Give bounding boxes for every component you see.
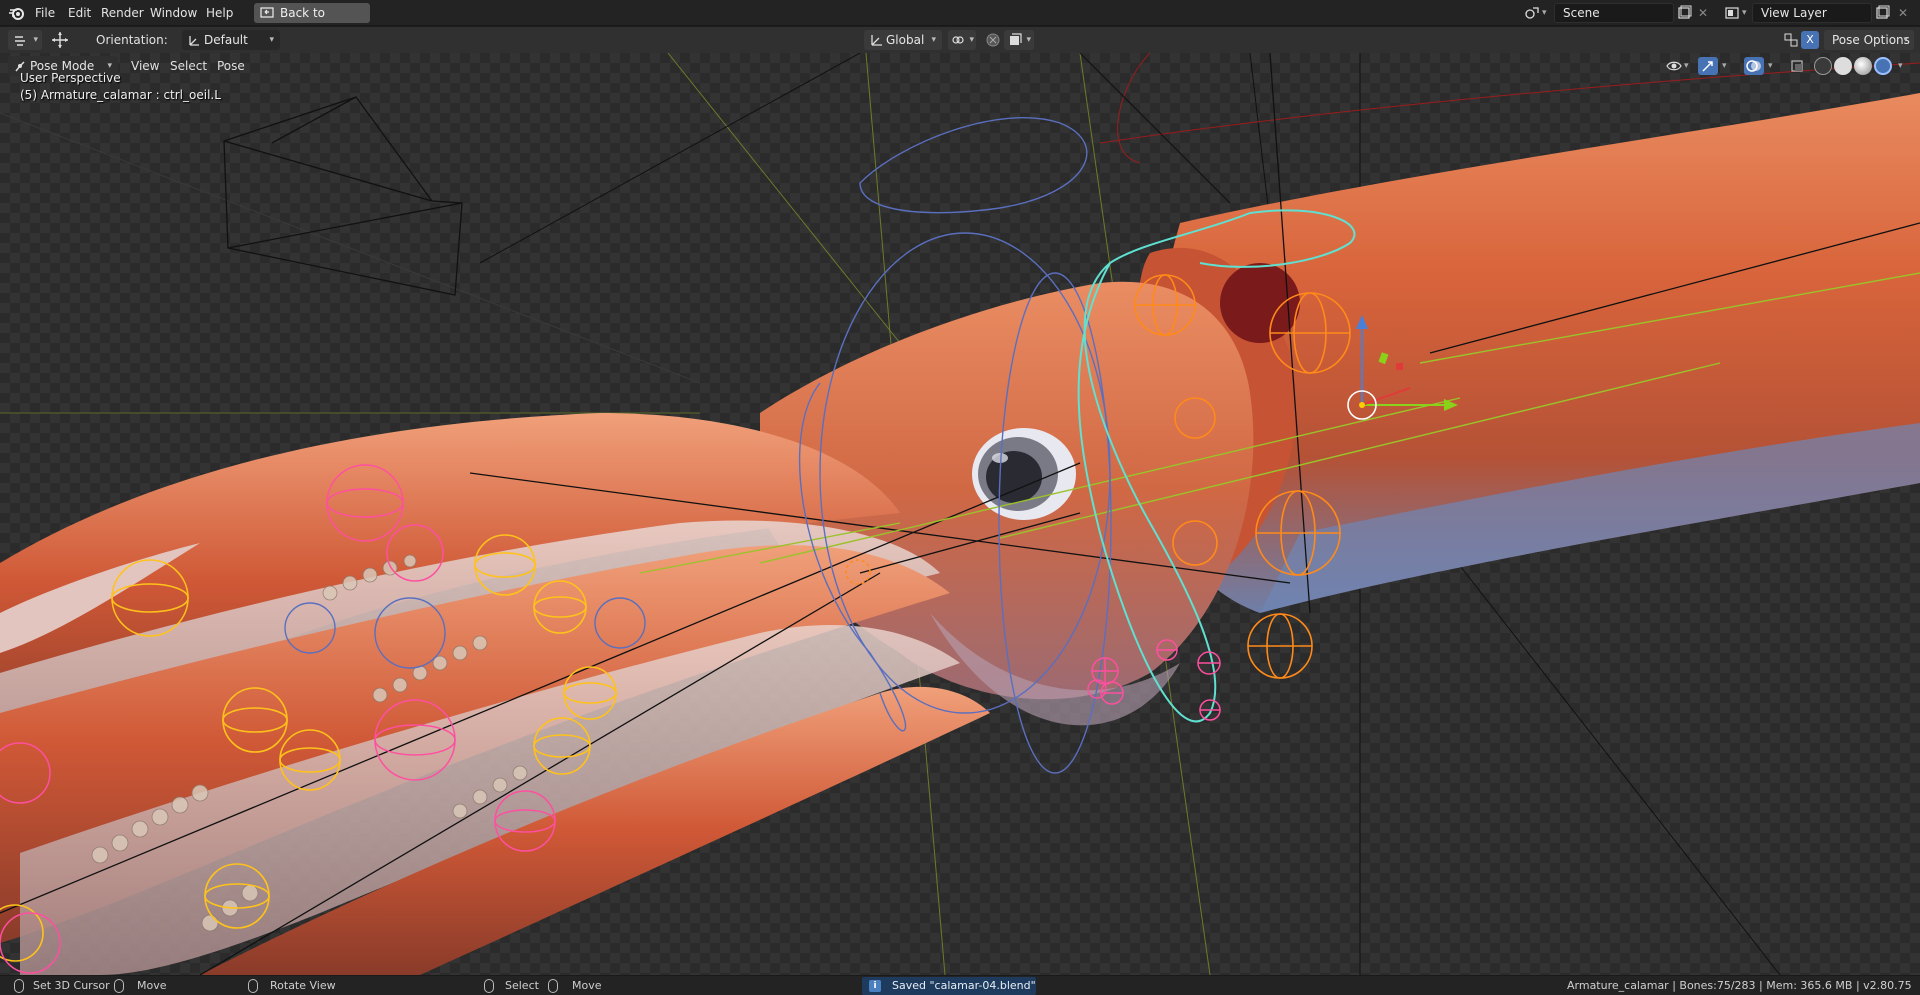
saved-message: Saved "calamar-04.blend" xyxy=(892,979,1036,992)
viewport-header: Pose Mode ▾ View Select Pose ▾ ▾ ▾ ▾ xyxy=(0,53,1920,79)
menu-render[interactable]: Render xyxy=(101,0,144,26)
view-perspective-label: User Perspective xyxy=(20,71,121,85)
scene-icon[interactable] xyxy=(1524,5,1540,21)
new-scene-icon[interactable] xyxy=(1676,5,1692,21)
mirror-icon[interactable] xyxy=(1784,33,1798,47)
hint-move-2: Move xyxy=(572,979,602,992)
proportional-chevron-icon: ▾ xyxy=(1026,35,1031,45)
scene-statistics: Armature_calamar | Bones:75/283 | Mem: 3… xyxy=(1567,979,1912,992)
view-layer-field[interactable]: View Layer xyxy=(1752,3,1872,23)
view-layer-icon[interactable] xyxy=(1724,5,1740,21)
info-icon: i xyxy=(869,980,881,992)
tool-select-dropdown[interactable]: ▾ xyxy=(8,30,42,50)
delete-scene-icon[interactable]: ✕ xyxy=(1698,0,1708,26)
pose-options-label: Pose Options xyxy=(1832,33,1910,47)
status-bar: Set 3D Cursor Move Rotate View Select Mo… xyxy=(0,975,1920,995)
delete-view-layer-icon[interactable]: ✕ xyxy=(1898,0,1908,26)
tool-chevron-icon: ▾ xyxy=(33,35,38,45)
menu-help[interactable]: Help xyxy=(206,0,233,26)
mouse-move-icon xyxy=(548,979,558,993)
hint-move-1: Move xyxy=(137,979,167,992)
rendered-shading-icon[interactable] xyxy=(1874,57,1892,75)
pivot-icon xyxy=(952,36,964,44)
3d-viewport[interactable]: Pose Mode ▾ View Select Pose ▾ ▾ ▾ ▾ Use… xyxy=(0,53,1920,975)
proportional-edit-dropdown[interactable]: ▾ xyxy=(1004,30,1034,50)
menu-window[interactable]: Window xyxy=(150,0,197,26)
back-to-previous-button[interactable]: Back to Previous xyxy=(254,3,370,40)
saved-report[interactable]: i Saved "calamar-04.blend" xyxy=(862,977,1036,995)
pivot-chevron-icon: ▾ xyxy=(969,35,974,45)
transform-space-chevron-icon: ▾ xyxy=(931,35,936,45)
hint-select: Select xyxy=(505,979,539,992)
pivot-point-dropdown[interactable]: ▾ xyxy=(948,30,976,50)
axis-x-toggle[interactable]: X xyxy=(1801,31,1819,49)
overlay-chevron-icon[interactable]: ▾ xyxy=(1768,53,1773,79)
overlay-icon xyxy=(1746,60,1761,72)
squid-eye xyxy=(972,428,1076,520)
mouse-left-icon xyxy=(14,979,24,993)
squid-arms xyxy=(0,413,990,975)
shading-chevron-icon[interactable]: ▾ xyxy=(1898,53,1903,79)
proportional-edit-icon xyxy=(1010,33,1022,45)
scene-field[interactable]: Scene xyxy=(1554,3,1674,23)
pose-options-dropdown[interactable]: Pose Options ▾ xyxy=(1824,30,1914,50)
tool-icon xyxy=(15,36,25,46)
global-axis-icon xyxy=(871,35,882,46)
move-tool-icon[interactable] xyxy=(50,31,70,49)
menu-pose[interactable]: Pose xyxy=(217,53,245,79)
gizmo-chevron-icon[interactable]: ▾ xyxy=(1722,53,1727,79)
menu-edit[interactable]: Edit xyxy=(68,0,91,26)
tool-header: ▾ Orientation: Default ▾ Global ▾ ▾ ▾ X … xyxy=(0,27,1920,53)
orientation-chevron-icon: ▾ xyxy=(269,35,274,45)
snap-icon[interactable] xyxy=(986,33,1000,47)
top-bar: File Edit Render Window Help Back to Pre… xyxy=(0,0,1920,40)
overlay-toggle[interactable] xyxy=(1744,57,1764,75)
pose-options-chevron-icon: ▾ xyxy=(1903,35,1908,45)
camera-wireframe xyxy=(223,96,463,296)
menu-view[interactable]: View xyxy=(131,53,159,79)
scene-name: Scene xyxy=(1563,6,1600,20)
visibility-icon[interactable] xyxy=(1666,59,1682,73)
wireframe-shading-icon[interactable] xyxy=(1814,57,1832,75)
hint-set-3d-cursor: Set 3D Cursor xyxy=(33,979,110,992)
active-bone-label: (5) Armature_calamar : ctrl_oeil.L xyxy=(20,88,221,102)
gizmo-icon xyxy=(1702,61,1713,72)
mouse-middle-icon xyxy=(248,979,258,993)
transform-space-dropdown[interactable]: Global ▾ xyxy=(864,30,942,50)
mouse-drag-icon xyxy=(114,979,124,993)
screen-back-icon xyxy=(260,7,274,18)
scene-chevron-icon[interactable]: ▾ xyxy=(1542,0,1547,26)
shading-buttons xyxy=(1814,57,1892,75)
transform-space-value: Global xyxy=(886,33,925,47)
viewport-scene xyxy=(0,53,1920,975)
orientation-dropdown[interactable]: Default ▾ xyxy=(182,30,280,50)
menu-file[interactable]: File xyxy=(35,0,55,26)
solid-shading-icon[interactable] xyxy=(1834,57,1852,75)
visibility-chevron-icon[interactable]: ▾ xyxy=(1684,53,1689,79)
new-view-layer-icon[interactable] xyxy=(1874,5,1890,21)
orientation-value: Default xyxy=(204,33,248,47)
gizmo-toggle[interactable] xyxy=(1698,57,1718,75)
blender-logo-icon[interactable] xyxy=(8,4,26,22)
view-layer-name: View Layer xyxy=(1761,6,1827,20)
material-shading-icon[interactable] xyxy=(1854,57,1872,75)
orientation-axis-icon xyxy=(189,36,199,46)
menu-select[interactable]: Select xyxy=(170,53,207,79)
xray-icon[interactable] xyxy=(1790,59,1804,73)
orientation-label: Orientation: xyxy=(96,33,168,47)
hint-rotate-view: Rotate View xyxy=(270,979,336,992)
mouse-select-icon xyxy=(484,979,494,993)
view-layer-chevron-icon[interactable]: ▾ xyxy=(1742,0,1747,26)
